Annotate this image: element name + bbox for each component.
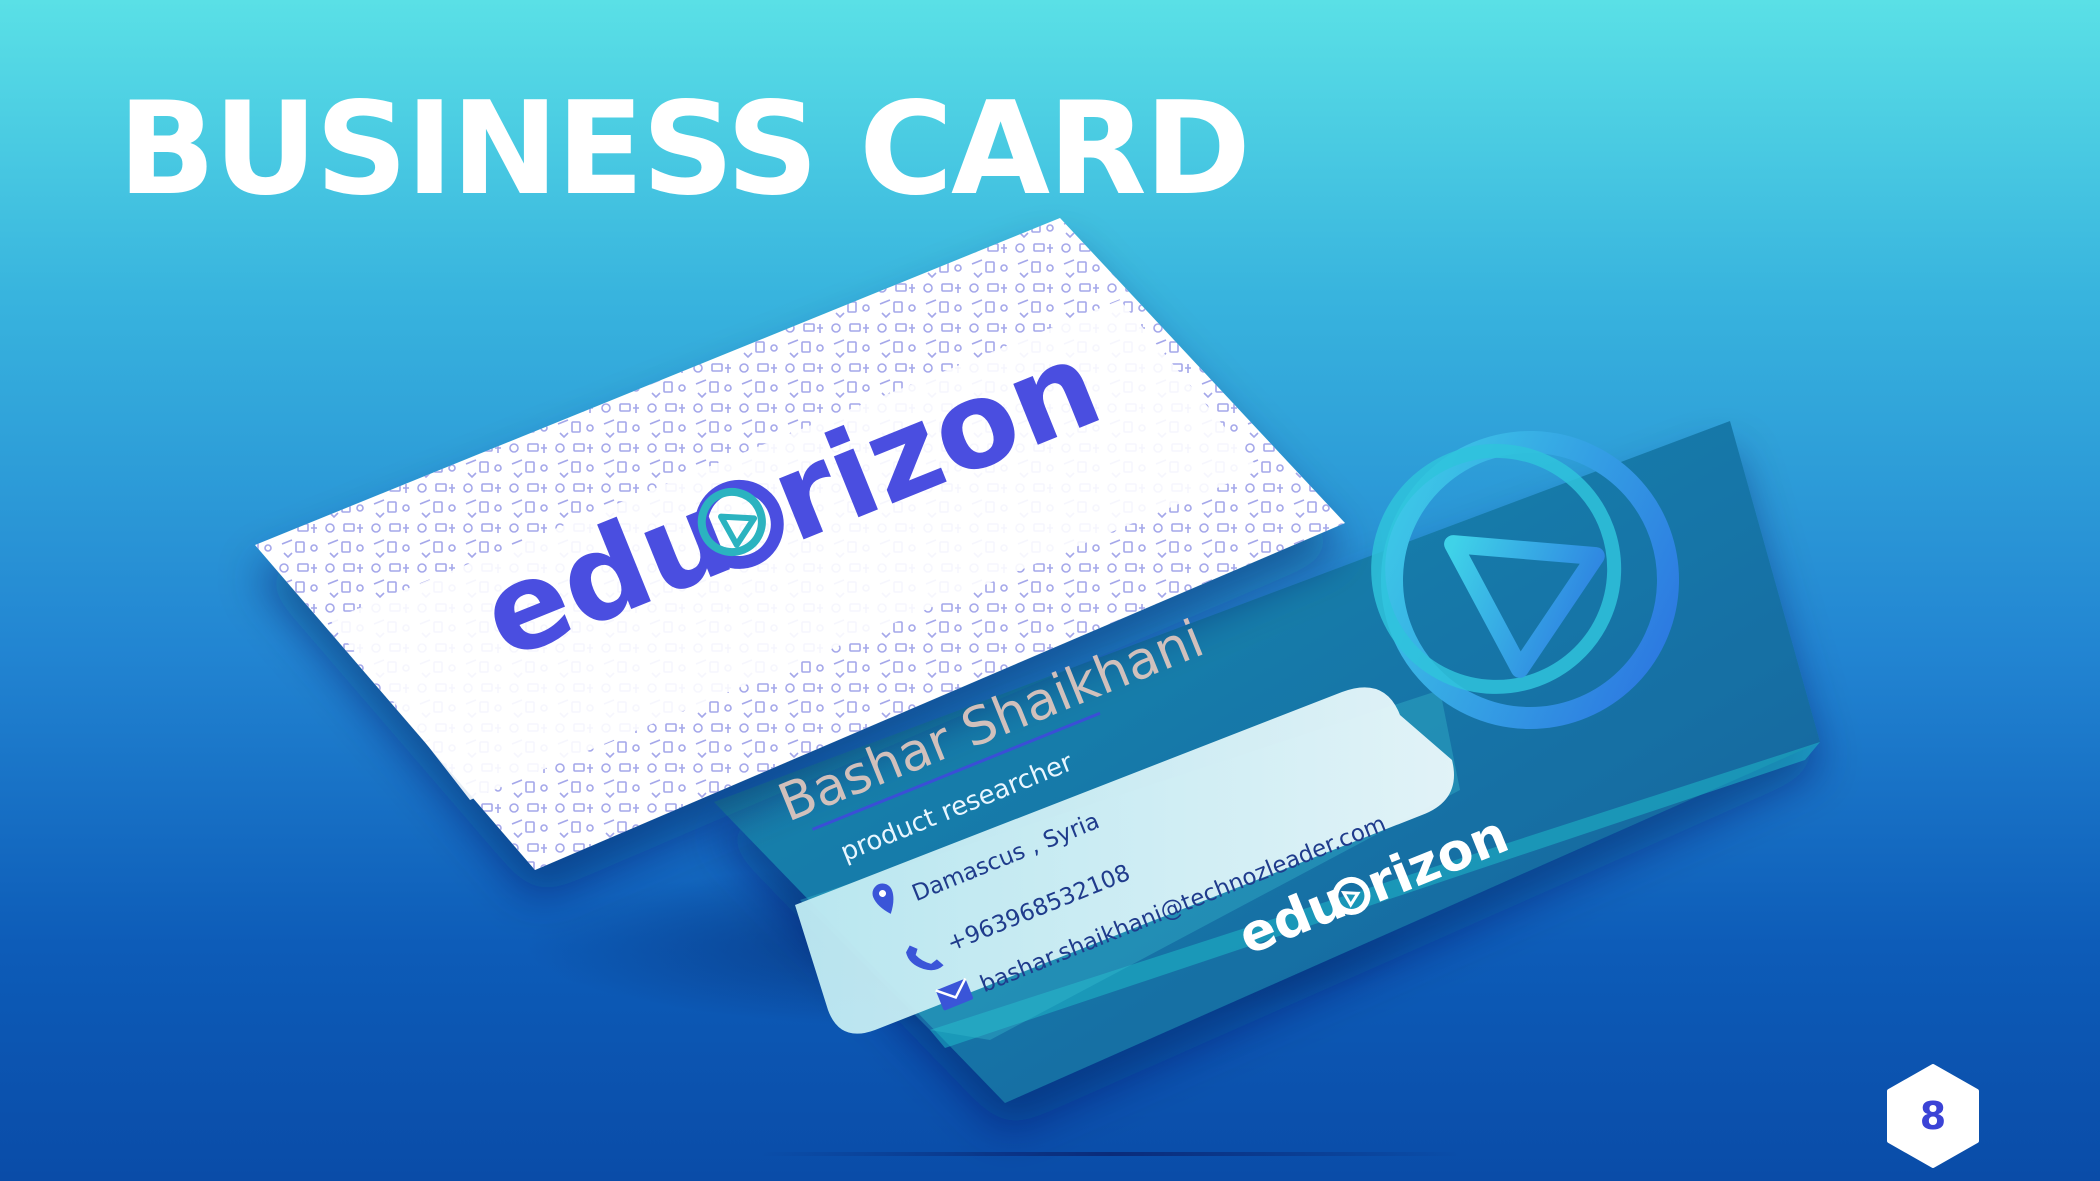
business-card-mockup: edu rizon Bashar Shaikhani product resea… (255, 218, 1820, 1103)
page-number-badge: 8 (1886, 1064, 1980, 1168)
page-number: 8 (1919, 1094, 1947, 1138)
